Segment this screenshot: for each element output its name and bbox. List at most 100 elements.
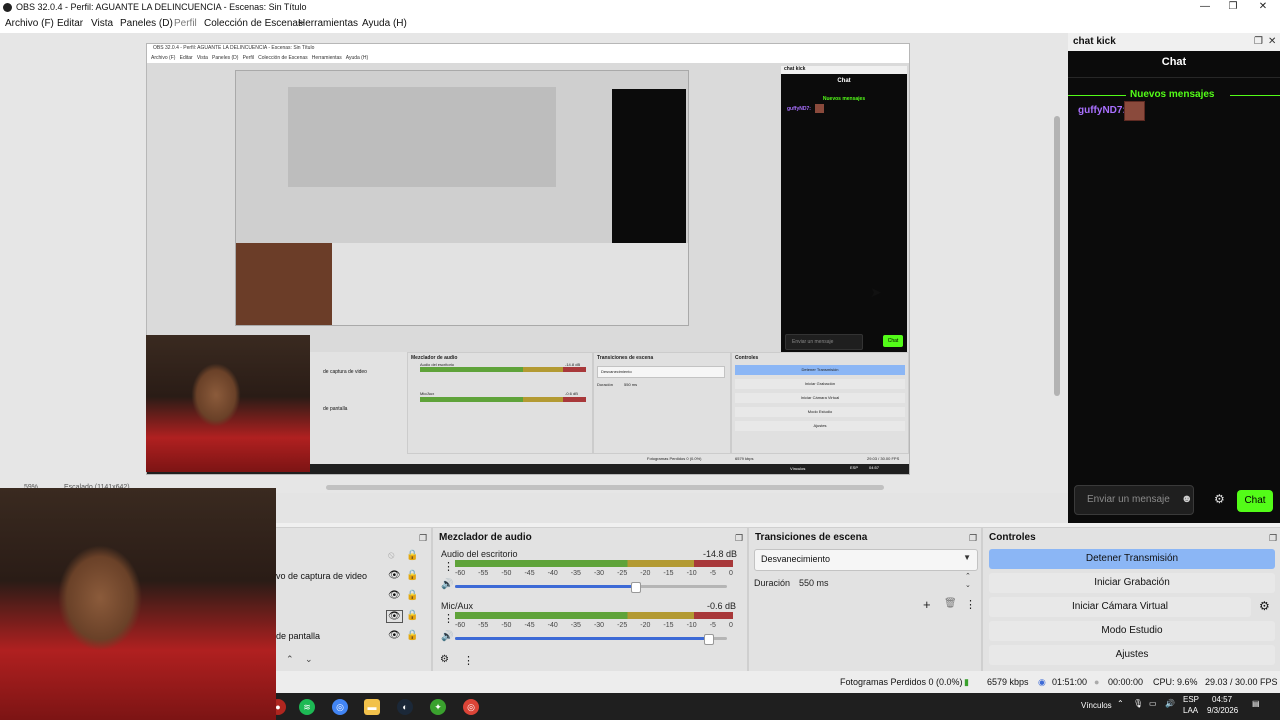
transition-menu-icon[interactable]: ⋮: [965, 598, 976, 611]
controls-dock-icon[interactable]: ❐: [1269, 533, 1277, 544]
nested-emote: [815, 104, 824, 113]
track-desktop-volume-knob[interactable]: [630, 582, 641, 593]
meter-tick-label: -30: [593, 570, 605, 577]
virtual-camera-gear-icon[interactable]: ⚙: [1259, 599, 1270, 613]
nested-title-bar: OBS 32.0.4 - Perfil: AGUANTE LA DELINCUE…: [147, 44, 909, 54]
nested-source-screen: de pantalla: [323, 406, 348, 412]
visibility-eye-icon[interactable]: 👁: [388, 630, 401, 641]
visibility-eye-icon[interactable]: 👁: [386, 610, 403, 623]
duration-value[interactable]: 550 ms: [799, 578, 829, 588]
source-item-capture[interactable]: vo de captura de video: [276, 571, 367, 581]
notifications-icon[interactable]: ▤: [1252, 699, 1260, 708]
track-mic-db: -0.6 dB: [707, 601, 737, 611]
track-desktop-volume-slider[interactable]: [455, 582, 727, 593]
lock-icon[interactable]: 🔒: [406, 570, 418, 581]
volume-icon[interactable]: 🔊: [1165, 699, 1175, 708]
studio-mode-button[interactable]: Modo Estudio: [989, 621, 1275, 641]
game-icon[interactable]: ✦: [430, 699, 446, 715]
minimize-button[interactable]: —: [1190, 0, 1220, 14]
lock-icon[interactable]: 🔒: [406, 590, 418, 601]
sources-dock-icon[interactable]: ❐: [419, 533, 427, 544]
spotify-icon[interactable]: ≋: [299, 699, 315, 715]
clock-time[interactable]: 04:57: [1212, 695, 1232, 704]
source-item-screen[interactable]: de pantalla: [276, 631, 320, 641]
cpu-usage: CPU: 9.6%: [1153, 677, 1198, 687]
preview-horizontal-scrollbar[interactable]: [326, 485, 884, 490]
stop-stream-button[interactable]: Detener Transmisión: [989, 549, 1275, 569]
move-down-icon[interactable]: ⌄: [305, 654, 313, 665]
float-dock-icon[interactable]: ❐: [1254, 36, 1263, 47]
visibility-eye-icon[interactable]: 👁: [388, 570, 401, 581]
microphone-icon[interactable]: 🎙: [1133, 699, 1143, 708]
new-messages-label: Nuevos mensajes: [1130, 89, 1215, 100]
mixer-menu-icon[interactable]: ⋮: [463, 654, 474, 667]
emoji-icon[interactable]: ☻: [1181, 493, 1193, 505]
chat-username[interactable]: guffyND7:: [1078, 105, 1126, 116]
visibility-hidden-icon[interactable]: ⦸: [388, 550, 395, 561]
file-explorer-icon[interactable]: ▬: [364, 699, 380, 715]
track-mic-ticks: -60 -55 -50 -45 -40 -35 -30 -25 -20 -15 -10 -5 0: [455, 622, 733, 629]
duration-stepper-icon[interactable]: ⌃ ⌄: [965, 572, 971, 590]
menu-ayuda[interactable]: Ayuda (H): [362, 18, 407, 29]
meter-tick-label: -55: [478, 570, 489, 577]
close-dock-icon[interactable]: ✕: [1268, 36, 1276, 47]
add-transition-icon[interactable]: +: [923, 597, 931, 612]
lock-icon[interactable]: 🔒: [406, 610, 418, 621]
speaker-icon[interactable]: 🔊: [441, 579, 453, 590]
menu-herramientas[interactable]: Herramientas: [298, 18, 358, 29]
start-recording-button[interactable]: Iniciar Grabación: [989, 573, 1275, 593]
transition-select[interactable]: Desvanecimiento ▼: [754, 549, 978, 571]
meter-tick-label: -10: [686, 570, 697, 577]
clock-date[interactable]: 9/3/2026: [1207, 706, 1238, 715]
start-virtual-camera-button[interactable]: Iniciar Cámara Virtual: [989, 597, 1251, 617]
preview-vertical-scrollbar[interactable]: [1054, 116, 1060, 396]
menu-coleccion-escenas[interactable]: Colección de Escenas: [204, 18, 303, 29]
close-button[interactable]: ✕: [1248, 0, 1278, 14]
visibility-eye-icon[interactable]: 👁: [388, 590, 401, 601]
bitrate: 6579 kbps: [987, 677, 1029, 687]
nested-transitions: Transiciones de escena Desvanecimiento D…: [593, 352, 731, 454]
meter-tick-label: -5: [709, 570, 716, 577]
chrome-alt-icon[interactable]: ◎: [463, 699, 479, 715]
meter-tick-label: -60: [455, 570, 466, 577]
meter-tick-label: -30: [593, 622, 605, 629]
menu-paneles[interactable]: Paneles (D): [120, 18, 173, 29]
chat-send-button[interactable]: Chat: [1237, 490, 1273, 512]
remove-transition-icon[interactable]: 🗑: [944, 598, 957, 609]
lock-icon[interactable]: 🔒: [406, 630, 418, 641]
steam-icon[interactable]: ◐: [397, 699, 413, 715]
fps: 29.03 / 30.00 FPS: [1205, 677, 1278, 687]
meter-tick-label: 0: [728, 570, 733, 577]
track-mic-volume-slider[interactable]: [455, 634, 727, 645]
lock-icon[interactable]: 🔒: [406, 550, 418, 561]
mixer-settings-icon[interactable]: ⚙: [440, 654, 449, 665]
meter-tick-label: -45: [524, 622, 535, 629]
meter-tick-label: -5: [709, 622, 716, 629]
menu-editar[interactable]: Editar: [57, 18, 83, 29]
language-top[interactable]: ESP: [1183, 695, 1199, 704]
track-desktop-menu-icon[interactable]: ⋮: [443, 560, 454, 573]
settings-button[interactable]: Ajustes: [989, 645, 1275, 665]
language-bottom[interactable]: LAA: [1183, 706, 1198, 715]
move-up-icon[interactable]: ⌃: [286, 654, 294, 665]
maximize-button[interactable]: ❐: [1218, 0, 1248, 14]
transitions-dock-icon[interactable]: ❐: [969, 533, 977, 544]
meter-tick-label: -35: [570, 622, 581, 629]
menu-perfil[interactable]: Perfil: [174, 18, 197, 29]
chat-settings-gear-icon[interactable]: ⚙: [1214, 492, 1225, 506]
nested-duration-label: Duración: [597, 382, 614, 387]
menu-archivo[interactable]: Archivo (F): [5, 18, 54, 29]
mixer-dock-icon[interactable]: ❐: [735, 533, 743, 544]
obs-logo-icon: [3, 3, 12, 12]
speaker-icon[interactable]: 🔊: [441, 631, 453, 642]
track-mic-volume-knob[interactable]: [703, 634, 714, 645]
links-toolbar[interactable]: Vínculos: [1081, 701, 1112, 710]
chat-message-input[interactable]: Enviar un mensaje ☻: [1074, 485, 1194, 515]
nested-chat-dock: chat kick Chat Nuevos mensajes guffyND7:…: [781, 66, 907, 358]
network-icon[interactable]: ▭: [1149, 699, 1157, 708]
chrome-icon[interactable]: ◎: [332, 699, 348, 715]
menu-vista[interactable]: Vista: [91, 18, 113, 29]
tray-chevron-icon[interactable]: ⌃: [1117, 699, 1124, 708]
track-mic-menu-icon[interactable]: ⋮: [443, 612, 454, 625]
nested-window-title: OBS 32.0.4 - Perfil: AGUANTE LA DELINCUE…: [153, 45, 315, 51]
